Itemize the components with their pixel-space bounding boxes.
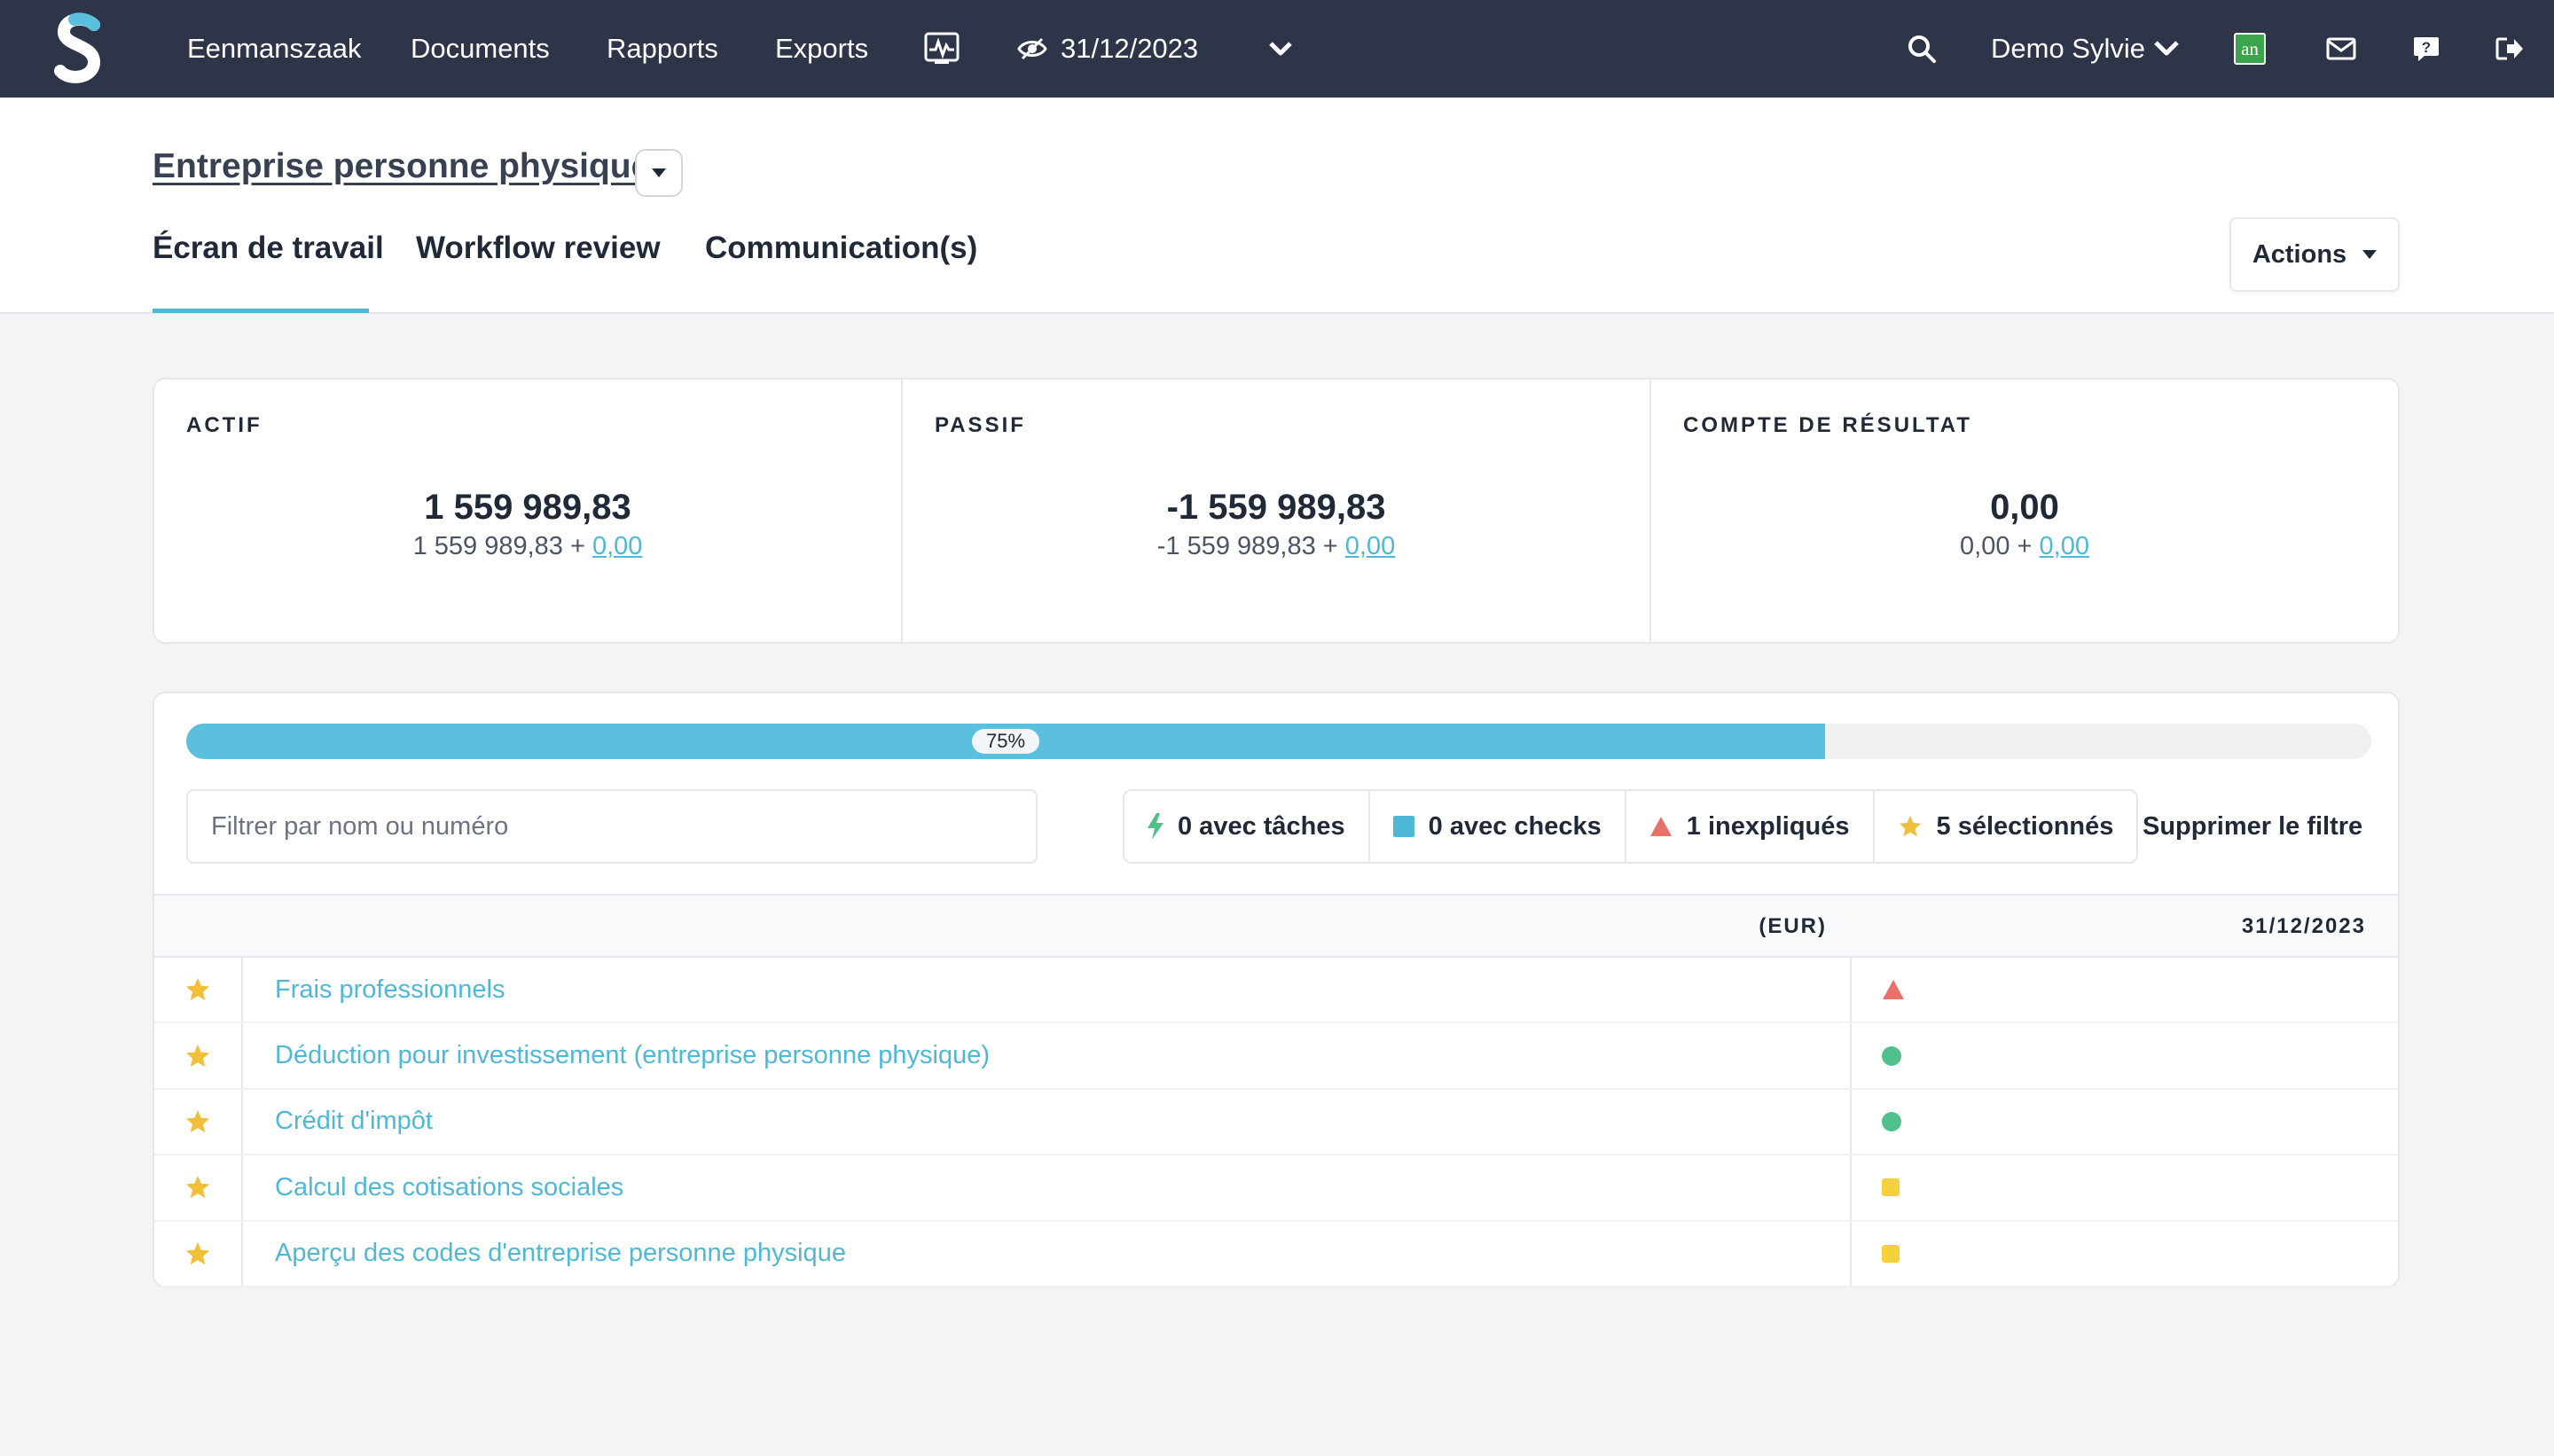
summary-passif: PASSIF -1 559 989,83 -1 559 989,83 + 0,0… — [903, 380, 1651, 642]
filter-chip-checks[interactable]: 0 avec checks — [1370, 791, 1626, 862]
filter-chip-tasks[interactable]: 0 avec tâches — [1124, 791, 1370, 862]
summary-label: PASSIF — [935, 413, 1026, 437]
table-row[interactable]: Aperçu des codes d'entreprise personne p… — [154, 1222, 2398, 1288]
chevron-down-icon[interactable] — [2151, 0, 2182, 98]
star-icon — [1899, 815, 1921, 837]
bolt-icon — [1148, 813, 1163, 840]
triangle-warning-icon — [1649, 817, 1672, 836]
column-header-currency: (EUR) — [1759, 914, 1827, 938]
summary-adjustment-link[interactable]: 0,00 — [1345, 532, 1395, 560]
entity-title[interactable]: Entreprise personne physique — [153, 147, 650, 186]
star-icon[interactable] — [184, 1222, 211, 1286]
caret-down-icon — [652, 168, 666, 177]
actions-label: Actions — [2252, 239, 2347, 269]
summary-breakdown: -1 559 989,83 + 0,00 — [903, 532, 1649, 561]
chevron-down-icon[interactable] — [1266, 0, 1295, 98]
balance-summary-card: ACTIF 1 559 989,83 1 559 989,83 + 0,00 P… — [153, 378, 2400, 644]
summary-adjustment-link[interactable]: 0,00 — [592, 532, 642, 560]
chip-label: 0 avec checks — [1428, 811, 1602, 841]
summary-actif: ACTIF 1 559 989,83 1 559 989,83 + 0,00 — [154, 380, 903, 642]
progress-label: 75% — [972, 729, 1040, 754]
app-badge-text: an — [2234, 33, 2266, 65]
triangle-warning-icon — [1882, 958, 1905, 1022]
eye-slash-icon[interactable] — [1016, 0, 1048, 98]
column-header-date[interactable]: 31/12/2023 — [2242, 896, 2366, 958]
table-row[interactable]: Frais professionnels — [154, 958, 2398, 1024]
help-icon[interactable]: ? — [2410, 0, 2442, 98]
table-row[interactable]: Déduction pour investissement (entrepris… — [154, 1023, 2398, 1090]
summary-label: ACTIF — [186, 413, 262, 437]
table-header: (EUR) 31/12/2023 — [154, 894, 2398, 958]
green-dot-icon — [1882, 1090, 1901, 1154]
summary-base: -1 559 989,83 + — [1156, 532, 1345, 560]
search-icon[interactable] — [1907, 0, 1937, 98]
summary-compte-de-resultat: COMPTE DE RÉSULTAT 0,00 0,00 + 0,00 — [1651, 380, 2398, 642]
star-icon[interactable] — [184, 1090, 211, 1154]
row-name-link[interactable]: Calcul des cotisations sociales — [275, 1155, 623, 1219]
summary-adjustment-link[interactable]: 0,00 — [2040, 532, 2089, 560]
active-tab-indicator — [153, 309, 369, 313]
activity-monitor-icon[interactable] — [924, 0, 960, 98]
star-icon[interactable] — [184, 958, 211, 1022]
row-name-link[interactable]: Déduction pour investissement (entrepris… — [275, 1023, 990, 1087]
summary-label: COMPTE DE RÉSULTAT — [1683, 413, 1972, 437]
summary-value: 1 559 989,83 — [424, 488, 631, 527]
filter-chip-selected[interactable]: 5 sélectionnés — [1875, 791, 2137, 862]
summary-value: 0,00 — [1990, 488, 2059, 527]
square-icon — [1392, 816, 1414, 837]
page-header: Entreprise personne physique Écran de tr… — [0, 98, 2554, 314]
nav-exports[interactable]: Exports — [775, 0, 868, 98]
mail-icon[interactable] — [2325, 0, 2357, 98]
user-menu[interactable]: Demo Sylvie — [1991, 0, 2145, 98]
star-icon[interactable] — [184, 1023, 211, 1087]
s-logo-icon[interactable] — [53, 12, 103, 83]
logout-icon[interactable] — [2494, 0, 2526, 98]
summary-breakdown: 1 559 989,83 + 0,00 — [154, 532, 901, 561]
progress-bar: 75% — [186, 724, 2371, 759]
workpaper-list-card: 75% 0 avec tâches 0 avec checks 1 inexpl… — [153, 692, 2400, 1288]
caret-down-icon — [2362, 250, 2378, 259]
filter-chip-unexplained[interactable]: 1 inexpliqués — [1626, 791, 1875, 862]
yellow-square-icon — [1882, 1222, 1900, 1286]
chip-label: 0 avec tâches — [1178, 811, 1345, 841]
tab-ecran-de-travail[interactable]: Écran de travail — [153, 231, 384, 266]
table-row[interactable]: Calcul des cotisations sociales — [154, 1155, 2398, 1222]
row-name-link[interactable]: Crédit d'impôt — [275, 1090, 433, 1154]
star-icon[interactable] — [184, 1155, 211, 1219]
nav-rapports[interactable]: Rapports — [607, 0, 718, 98]
svg-text:?: ? — [2422, 39, 2431, 56]
nav-eenmanszaak[interactable]: Eenmanszaak — [187, 0, 361, 98]
summary-base: 0,00 + — [1960, 532, 2040, 560]
table-body: Frais professionnels Déduction pour inves… — [154, 958, 2398, 1288]
yellow-square-icon — [1882, 1155, 1900, 1219]
chip-label: 1 inexpliqués — [1686, 811, 1850, 841]
filter-input[interactable] — [186, 789, 1038, 864]
summary-breakdown: 0,00 + 0,00 — [1651, 532, 2398, 561]
top-navigation-bar: Eenmanszaak Documents Rapports Exports 3… — [0, 0, 2554, 98]
tab-communications[interactable]: Communication(s) — [705, 231, 977, 266]
table-row[interactable]: Crédit d'impôt — [154, 1090, 2398, 1156]
summary-value: -1 559 989,83 — [1166, 488, 1386, 527]
tab-workflow-review[interactable]: Workflow review — [416, 231, 661, 266]
summary-base: 1 559 989,83 + — [412, 532, 592, 560]
green-dot-icon — [1882, 1023, 1901, 1087]
nav-documents[interactable]: Documents — [411, 0, 550, 98]
entity-dropdown-button[interactable] — [635, 149, 683, 197]
workpaper-table: (EUR) 31/12/2023 Frais professionnels Déd… — [154, 894, 2398, 1288]
nav-date[interactable]: 31/12/2023 — [1061, 0, 1198, 98]
filter-chip-group: 0 avec tâches 0 avec checks 1 inexpliqué… — [1123, 789, 2139, 864]
chip-label: 5 sélectionnés — [1936, 811, 2114, 841]
row-name-link[interactable]: Aperçu des codes d'entreprise personne p… — [275, 1222, 846, 1286]
clear-filter-button[interactable]: Supprimer le filtre — [2143, 789, 2362, 864]
app-badge-icon[interactable]: an — [2233, 0, 2267, 98]
row-name-link[interactable]: Frais professionnels — [275, 958, 505, 1022]
actions-button[interactable]: Actions — [2229, 217, 2400, 292]
